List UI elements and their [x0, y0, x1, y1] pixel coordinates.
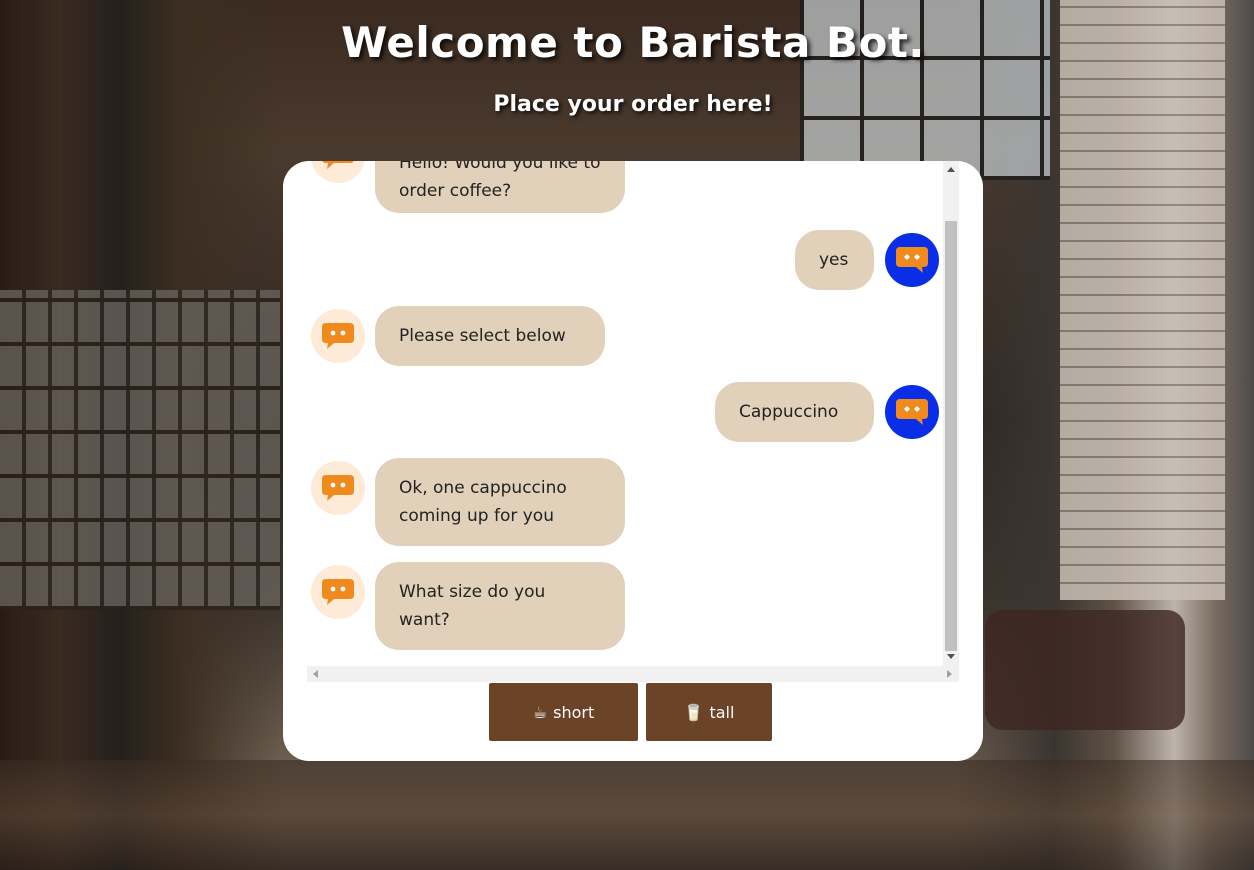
- button-label: tall: [709, 702, 735, 722]
- bot-avatar: [311, 161, 365, 183]
- message-bubble: Ok, one cappuccino coming up for you: [375, 458, 625, 546]
- user-avatar: [885, 385, 939, 439]
- chat-bubble-icon: [322, 161, 354, 169]
- horizontal-scrollbar[interactable]: [307, 666, 959, 682]
- button-label: short: [553, 702, 595, 722]
- chat-log[interactable]: Hello! Would you like to order coffee? y…: [307, 161, 943, 666]
- vertical-scrollbar[interactable]: [943, 161, 959, 666]
- chat-bubble-icon: [896, 399, 928, 425]
- chat-window: Hello! Would you like to order coffee? y…: [283, 161, 983, 761]
- background-tea-shelves: [0, 290, 280, 610]
- background-brick-pillar: [1060, 0, 1225, 600]
- tall-size-button[interactable]: 🥛 tall: [646, 683, 772, 741]
- message-bubble: Please select below: [375, 306, 605, 366]
- message-bubble: Cappuccino: [715, 382, 874, 442]
- chat-bubble-icon: [322, 475, 354, 501]
- chat-bubble-icon: [322, 323, 354, 349]
- bot-avatar: [311, 565, 365, 619]
- message-bubble: Hello! Would you like to order coffee?: [375, 161, 625, 213]
- scroll-left-icon[interactable]: [313, 670, 318, 678]
- background-sofa: [985, 610, 1185, 730]
- bot-avatar: [311, 309, 365, 363]
- page-subtitle: Place your order here!: [493, 92, 773, 117]
- page-title: Welcome to Barista Bot.: [341, 18, 925, 67]
- background-floor: [0, 760, 1254, 870]
- coffee-cup-icon: ☕: [532, 702, 548, 722]
- chat-bubble-icon: [322, 579, 354, 605]
- scroll-down-icon[interactable]: [947, 654, 955, 659]
- short-size-button[interactable]: ☕ short: [489, 683, 638, 741]
- user-avatar: [885, 233, 939, 287]
- bot-avatar: [311, 461, 365, 515]
- scrollbar-thumb[interactable]: [945, 221, 957, 651]
- message-bubble: What size do you want?: [375, 562, 625, 650]
- tall-cup-icon: 🥛: [683, 702, 704, 722]
- scroll-up-icon[interactable]: [947, 167, 955, 172]
- message-bubble: yes: [795, 230, 874, 290]
- scroll-right-icon[interactable]: [947, 670, 952, 678]
- chat-bubble-icon: [896, 247, 928, 273]
